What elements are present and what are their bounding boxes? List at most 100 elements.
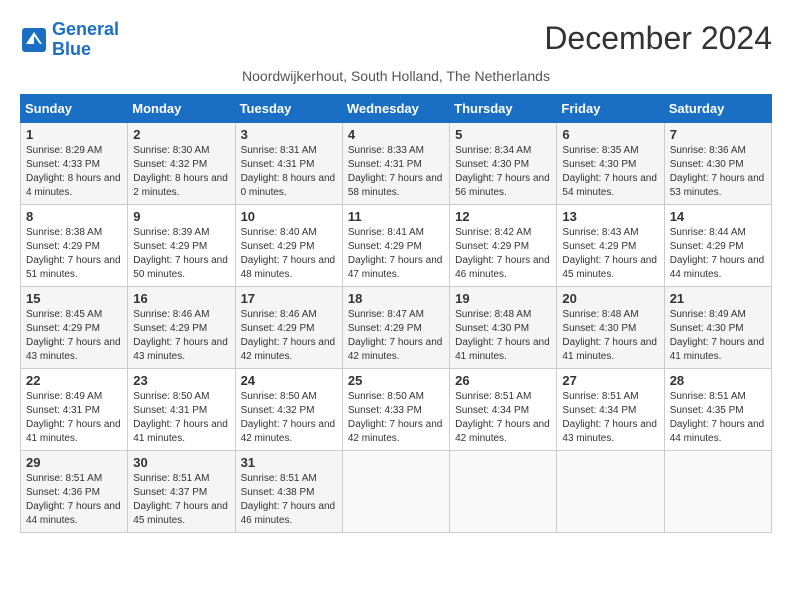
calendar-week-3: 15 Sunrise: 8:45 AMSunset: 4:29 PMDaylig… xyxy=(21,286,772,368)
calendar-cell: 14 Sunrise: 8:44 AMSunset: 4:29 PMDaylig… xyxy=(664,204,771,286)
day-detail: Sunrise: 8:30 AMSunset: 4:32 PMDaylight:… xyxy=(133,144,229,200)
month-title: December 2024 xyxy=(544,20,772,57)
day-detail: Sunrise: 8:29 AMSunset: 4:33 PMDaylight:… xyxy=(26,144,122,200)
day-detail: Sunrise: 8:50 AMSunset: 4:32 PMDaylight:… xyxy=(241,390,337,446)
day-number: 13 xyxy=(562,209,658,224)
calendar-cell xyxy=(557,450,664,532)
calendar-cell: 6 Sunrise: 8:35 AMSunset: 4:30 PMDayligh… xyxy=(557,122,664,204)
calendar-cell: 7 Sunrise: 8:36 AMSunset: 4:30 PMDayligh… xyxy=(664,122,771,204)
day-detail: Sunrise: 8:50 AMSunset: 4:33 PMDaylight:… xyxy=(348,390,444,446)
day-number: 28 xyxy=(670,373,766,388)
calendar-cell: 26 Sunrise: 8:51 AMSunset: 4:34 PMDaylig… xyxy=(450,368,557,450)
calendar-header-row: SundayMondayTuesdayWednesdayThursdayFrid… xyxy=(21,94,772,122)
calendar-week-5: 29 Sunrise: 8:51 AMSunset: 4:36 PMDaylig… xyxy=(21,450,772,532)
day-number: 22 xyxy=(26,373,122,388)
calendar-cell: 8 Sunrise: 8:38 AMSunset: 4:29 PMDayligh… xyxy=(21,204,128,286)
day-number: 23 xyxy=(133,373,229,388)
day-detail: Sunrise: 8:39 AMSunset: 4:29 PMDaylight:… xyxy=(133,226,229,282)
calendar-cell: 20 Sunrise: 8:48 AMSunset: 4:30 PMDaylig… xyxy=(557,286,664,368)
day-detail: Sunrise: 8:47 AMSunset: 4:29 PMDaylight:… xyxy=(348,308,444,364)
calendar-cell: 23 Sunrise: 8:50 AMSunset: 4:31 PMDaylig… xyxy=(128,368,235,450)
subtitle: Noordwijkerhout, South Holland, The Neth… xyxy=(20,68,772,84)
day-detail: Sunrise: 8:36 AMSunset: 4:30 PMDaylight:… xyxy=(670,144,766,200)
calendar-cell: 2 Sunrise: 8:30 AMSunset: 4:32 PMDayligh… xyxy=(128,122,235,204)
day-number: 16 xyxy=(133,291,229,306)
day-number: 20 xyxy=(562,291,658,306)
weekday-header-friday: Friday xyxy=(557,94,664,122)
day-detail: Sunrise: 8:51 AMSunset: 4:37 PMDaylight:… xyxy=(133,472,229,528)
day-detail: Sunrise: 8:34 AMSunset: 4:30 PMDaylight:… xyxy=(455,144,551,200)
day-number: 14 xyxy=(670,209,766,224)
calendar-cell: 30 Sunrise: 8:51 AMSunset: 4:37 PMDaylig… xyxy=(128,450,235,532)
day-number: 30 xyxy=(133,455,229,470)
day-number: 25 xyxy=(348,373,444,388)
day-number: 3 xyxy=(241,127,337,142)
day-number: 19 xyxy=(455,291,551,306)
day-number: 17 xyxy=(241,291,337,306)
day-detail: Sunrise: 8:43 AMSunset: 4:29 PMDaylight:… xyxy=(562,226,658,282)
calendar-cell: 16 Sunrise: 8:46 AMSunset: 4:29 PMDaylig… xyxy=(128,286,235,368)
day-detail: Sunrise: 8:45 AMSunset: 4:29 PMDaylight:… xyxy=(26,308,122,364)
page-header: General Blue December 2024 xyxy=(20,20,772,60)
calendar-cell xyxy=(342,450,449,532)
calendar-cell: 24 Sunrise: 8:50 AMSunset: 4:32 PMDaylig… xyxy=(235,368,342,450)
calendar-cell: 17 Sunrise: 8:46 AMSunset: 4:29 PMDaylig… xyxy=(235,286,342,368)
day-detail: Sunrise: 8:51 AMSunset: 4:34 PMDaylight:… xyxy=(562,390,658,446)
day-number: 7 xyxy=(670,127,766,142)
calendar-cell: 31 Sunrise: 8:51 AMSunset: 4:38 PMDaylig… xyxy=(235,450,342,532)
calendar-cell: 9 Sunrise: 8:39 AMSunset: 4:29 PMDayligh… xyxy=(128,204,235,286)
day-number: 24 xyxy=(241,373,337,388)
weekday-header-monday: Monday xyxy=(128,94,235,122)
day-detail: Sunrise: 8:35 AMSunset: 4:30 PMDaylight:… xyxy=(562,144,658,200)
calendar-cell: 28 Sunrise: 8:51 AMSunset: 4:35 PMDaylig… xyxy=(664,368,771,450)
calendar-body: 1 Sunrise: 8:29 AMSunset: 4:33 PMDayligh… xyxy=(21,122,772,532)
calendar-cell: 22 Sunrise: 8:49 AMSunset: 4:31 PMDaylig… xyxy=(21,368,128,450)
day-detail: Sunrise: 8:33 AMSunset: 4:31 PMDaylight:… xyxy=(348,144,444,200)
day-detail: Sunrise: 8:50 AMSunset: 4:31 PMDaylight:… xyxy=(133,390,229,446)
day-detail: Sunrise: 8:48 AMSunset: 4:30 PMDaylight:… xyxy=(562,308,658,364)
calendar-table: SundayMondayTuesdayWednesdayThursdayFrid… xyxy=(20,94,772,533)
day-number: 2 xyxy=(133,127,229,142)
calendar-cell: 13 Sunrise: 8:43 AMSunset: 4:29 PMDaylig… xyxy=(557,204,664,286)
day-detail: Sunrise: 8:41 AMSunset: 4:29 PMDaylight:… xyxy=(348,226,444,282)
day-number: 29 xyxy=(26,455,122,470)
logo-line1: General xyxy=(52,19,119,39)
title-block: December 2024 xyxy=(544,20,772,57)
day-detail: Sunrise: 8:51 AMSunset: 4:36 PMDaylight:… xyxy=(26,472,122,528)
day-number: 8 xyxy=(26,209,122,224)
weekday-header-thursday: Thursday xyxy=(450,94,557,122)
weekday-header-tuesday: Tuesday xyxy=(235,94,342,122)
calendar-cell: 1 Sunrise: 8:29 AMSunset: 4:33 PMDayligh… xyxy=(21,122,128,204)
calendar-cell: 11 Sunrise: 8:41 AMSunset: 4:29 PMDaylig… xyxy=(342,204,449,286)
calendar-cell: 19 Sunrise: 8:48 AMSunset: 4:30 PMDaylig… xyxy=(450,286,557,368)
day-number: 10 xyxy=(241,209,337,224)
day-detail: Sunrise: 8:38 AMSunset: 4:29 PMDaylight:… xyxy=(26,226,122,282)
day-detail: Sunrise: 8:51 AMSunset: 4:38 PMDaylight:… xyxy=(241,472,337,528)
calendar-cell: 12 Sunrise: 8:42 AMSunset: 4:29 PMDaylig… xyxy=(450,204,557,286)
calendar-cell: 29 Sunrise: 8:51 AMSunset: 4:36 PMDaylig… xyxy=(21,450,128,532)
logo-line2: Blue xyxy=(52,39,91,59)
day-detail: Sunrise: 8:46 AMSunset: 4:29 PMDaylight:… xyxy=(133,308,229,364)
day-number: 31 xyxy=(241,455,337,470)
day-detail: Sunrise: 8:49 AMSunset: 4:30 PMDaylight:… xyxy=(670,308,766,364)
day-detail: Sunrise: 8:31 AMSunset: 4:31 PMDaylight:… xyxy=(241,144,337,200)
day-detail: Sunrise: 8:42 AMSunset: 4:29 PMDaylight:… xyxy=(455,226,551,282)
day-number: 6 xyxy=(562,127,658,142)
calendar-cell: 27 Sunrise: 8:51 AMSunset: 4:34 PMDaylig… xyxy=(557,368,664,450)
day-detail: Sunrise: 8:46 AMSunset: 4:29 PMDaylight:… xyxy=(241,308,337,364)
weekday-header-wednesday: Wednesday xyxy=(342,94,449,122)
day-number: 4 xyxy=(348,127,444,142)
calendar-cell: 18 Sunrise: 8:47 AMSunset: 4:29 PMDaylig… xyxy=(342,286,449,368)
day-number: 15 xyxy=(26,291,122,306)
day-number: 21 xyxy=(670,291,766,306)
day-number: 1 xyxy=(26,127,122,142)
day-number: 9 xyxy=(133,209,229,224)
logo-icon xyxy=(20,26,48,54)
day-detail: Sunrise: 8:51 AMSunset: 4:35 PMDaylight:… xyxy=(670,390,766,446)
day-number: 18 xyxy=(348,291,444,306)
logo-text: General Blue xyxy=(52,20,119,60)
calendar-week-4: 22 Sunrise: 8:49 AMSunset: 4:31 PMDaylig… xyxy=(21,368,772,450)
calendar-cell: 15 Sunrise: 8:45 AMSunset: 4:29 PMDaylig… xyxy=(21,286,128,368)
day-detail: Sunrise: 8:49 AMSunset: 4:31 PMDaylight:… xyxy=(26,390,122,446)
weekday-header-saturday: Saturday xyxy=(664,94,771,122)
